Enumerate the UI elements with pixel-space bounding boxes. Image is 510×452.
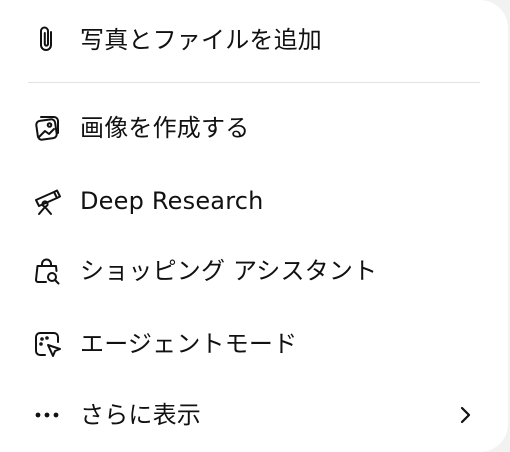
- shopping-bag-search-icon: [30, 254, 64, 288]
- menu-item-label: エージェントモード: [80, 330, 298, 358]
- menu-item-shopping-assistant[interactable]: ショッピング アシスタント: [0, 243, 508, 299]
- image-create-icon: [30, 111, 64, 145]
- menu-item-agent-mode[interactable]: エージェントモード: [0, 316, 508, 372]
- menu-item-label: 写真とファイルを追加: [80, 26, 322, 54]
- menu-item-add-photos-files[interactable]: 写真とファイルを追加: [0, 12, 508, 68]
- menu-item-show-more[interactable]: さらに表示: [0, 387, 508, 443]
- attachment-menu: 写真とファイルを追加 画像を作成する Deep Research ショッピング …: [0, 0, 508, 452]
- menu-item-label: Deep Research: [80, 187, 264, 215]
- telescope-icon: [30, 184, 64, 218]
- menu-item-label: さらに表示: [80, 401, 201, 429]
- more-dots-icon: [30, 398, 64, 432]
- chevron-right-icon: [454, 404, 476, 426]
- agent-cursor-icon: [30, 327, 64, 361]
- paperclip-icon: [30, 23, 64, 57]
- menu-item-create-image[interactable]: 画像を作成する: [0, 100, 508, 156]
- menu-divider: [28, 82, 480, 83]
- menu-item-deep-research[interactable]: Deep Research: [0, 173, 508, 229]
- menu-item-label: ショッピング アシスタント: [80, 257, 378, 285]
- menu-item-label: 画像を作成する: [80, 114, 250, 142]
